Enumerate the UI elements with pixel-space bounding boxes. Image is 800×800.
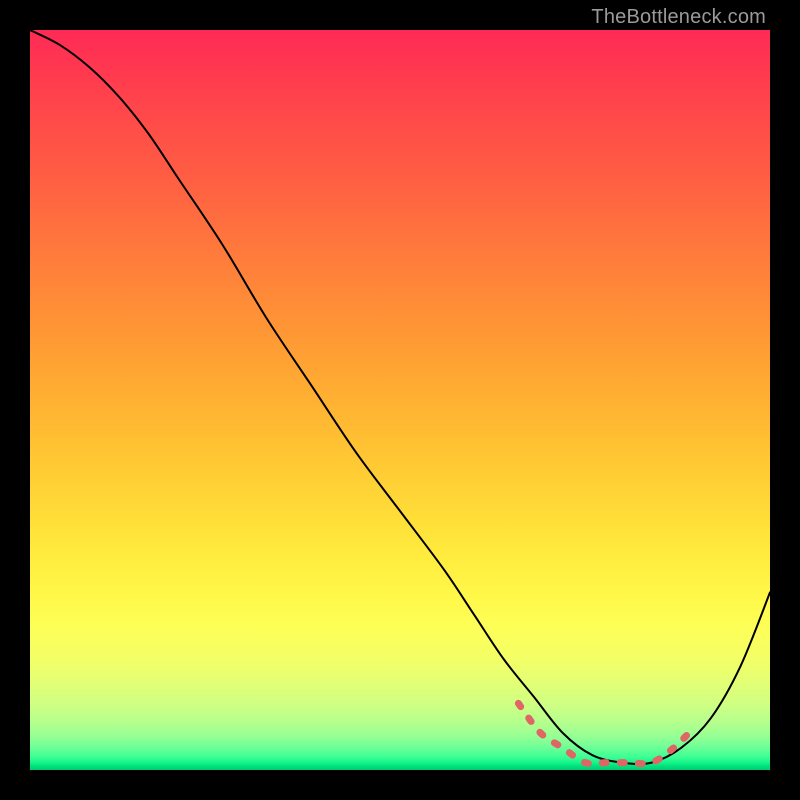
- curve-layer: [30, 30, 770, 770]
- chart-stage: TheBottleneck.com: [0, 0, 800, 800]
- bottleneck-curve: [30, 30, 770, 764]
- watermark-label: TheBottleneck.com: [591, 6, 766, 29]
- plot-area: [30, 30, 770, 770]
